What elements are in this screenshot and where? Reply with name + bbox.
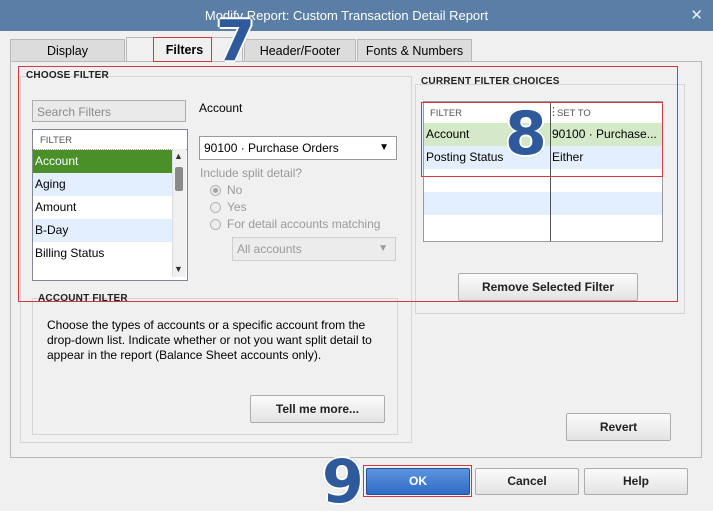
revert-button[interactable]: Revert: [566, 413, 671, 441]
tab-fonts-numbers[interactable]: Fonts & Numbers: [357, 39, 472, 62]
highlight-filters-tab: [153, 37, 212, 62]
tab-display-label: Display: [47, 44, 88, 58]
step-number-7: 7: [216, 9, 255, 74]
cancel-button[interactable]: Cancel: [475, 468, 579, 495]
highlight-ok-button: [363, 465, 472, 497]
tab-header-footer[interactable]: Header/Footer: [244, 39, 356, 62]
account-filter-description: Choose the types of accounts or a specif…: [47, 318, 372, 362]
help-button[interactable]: Help: [584, 468, 688, 495]
close-icon[interactable]: ✕: [690, 6, 703, 24]
title-bar: Modify Report: Custom Transaction Detail…: [0, 0, 713, 31]
tab-display[interactable]: Display: [10, 39, 125, 62]
window-title: Modify Report: Custom Transaction Detail…: [204, 8, 489, 23]
step-number-8: 8: [505, 99, 547, 169]
tell-me-more-button[interactable]: Tell me more...: [250, 395, 385, 423]
step-number-9: 9: [322, 447, 364, 517]
tab-fonts-numbers-label: Fonts & Numbers: [365, 44, 464, 58]
tab-header-footer-label: Header/Footer: [259, 44, 341, 58]
